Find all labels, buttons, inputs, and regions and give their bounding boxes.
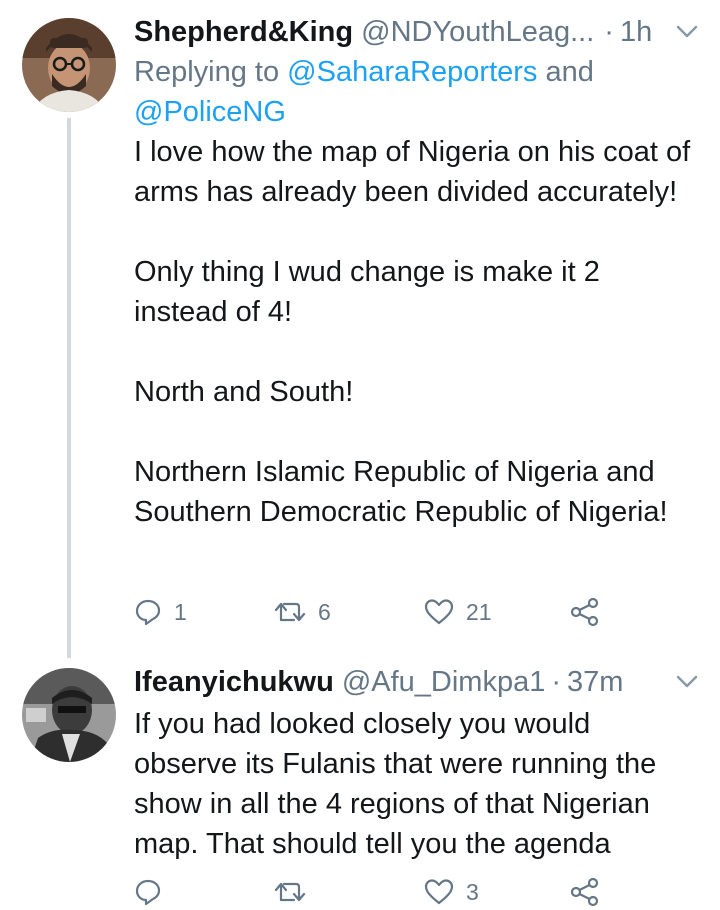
retweet-button[interactable] — [274, 880, 424, 904]
display-name[interactable]: Ifeanyichukwu — [134, 666, 334, 699]
retweet-icon — [274, 880, 306, 904]
timestamp[interactable]: 1h — [620, 16, 652, 49]
tweet-paragraph: Northern Islamic Republic of Nigeria and… — [134, 456, 668, 528]
reply-icon — [134, 598, 162, 626]
heart-icon — [424, 598, 454, 626]
tweet-content: Ifeanyichukwu @Afu_Dimkpa1 · 37m If you … — [134, 660, 700, 864]
replying-prefix: Replying to — [134, 56, 288, 88]
reply-button[interactable]: 1 — [134, 598, 274, 626]
tweet-header: Ifeanyichukwu @Afu_Dimkpa1 · 37m — [134, 660, 700, 704]
like-count: 21 — [466, 598, 492, 625]
mention-policeng[interactable]: @PoliceNG — [134, 96, 286, 128]
retweet-button[interactable]: 6 — [274, 599, 424, 626]
separator-dot: · — [604, 15, 614, 48]
reply-button[interactable] — [134, 878, 274, 906]
avatar[interactable] — [22, 668, 116, 762]
tweet-ifeanyichukwu[interactable]: Ifeanyichukwu @Afu_Dimkpa1 · 37m If you … — [0, 650, 720, 910]
retweet-count: 6 — [318, 598, 331, 625]
like-count: 3 — [466, 878, 479, 905]
tweet-paragraph: I love how the map of Nigeria on his coa… — [134, 136, 691, 208]
tweet-text: I love how the map of Nigeria on his coa… — [134, 132, 694, 532]
user-handle[interactable]: @NDYouthLeag... — [361, 16, 594, 49]
display-name[interactable]: Shepherd&King — [134, 16, 353, 49]
tweet-content: Shepherd&King @NDYouthLeag... · 1h Reply… — [134, 10, 700, 532]
share-icon — [569, 877, 601, 907]
replying-to: Replying to @SaharaReporters and @PoliceN… — [134, 52, 700, 132]
heart-icon — [424, 878, 454, 906]
like-button[interactable]: 21 — [424, 598, 569, 626]
tweet-actions: 1 6 21 — [134, 592, 614, 632]
reply-icon — [134, 878, 162, 906]
separator-dot: · — [551, 665, 562, 698]
like-button[interactable]: 3 — [424, 878, 569, 906]
replying-and: and — [537, 56, 594, 88]
tweet-actions: 3 — [134, 872, 614, 910]
tweet-paragraph: Only thing I wud change is make it 2 ins… — [134, 256, 600, 328]
tweet-text: If you had looked closely you would obse… — [134, 704, 700, 864]
chevron-down-icon[interactable] — [674, 19, 700, 45]
user-handle[interactable]: @Afu_Dimkpa1 — [342, 666, 546, 699]
avatar[interactable] — [22, 18, 116, 112]
retweet-icon — [274, 600, 306, 624]
tweet-text-line: map. That should tell you the agenda — [134, 828, 611, 860]
tweet-shepherd-king[interactable]: Shepherd&King @NDYouthLeag... · 1h Reply… — [0, 0, 720, 658]
tweet-header: Shepherd&King @NDYouthLeag... · 1h — [134, 10, 700, 54]
tweet-text-line: observe its Fulanis that were running th… — [134, 748, 657, 780]
thread-connector-line — [67, 118, 71, 658]
tweet-text-line: If you had looked closely you would — [134, 708, 591, 740]
tweet-text-line: show in all the 4 regions of that Nigeri… — [134, 788, 650, 820]
timestamp[interactable]: 37m — [567, 666, 623, 699]
share-button[interactable] — [569, 597, 614, 627]
reply-count: 1 — [174, 598, 187, 625]
mention-saharareporters[interactable]: @SaharaReporters — [287, 56, 537, 88]
chevron-down-icon[interactable] — [674, 669, 700, 695]
share-icon — [569, 597, 601, 627]
share-button[interactable] — [569, 877, 614, 907]
tweet-paragraph: North and South! — [134, 376, 354, 408]
tweet-thread: Shepherd&King @NDYouthLeag... · 1h Reply… — [0, 0, 720, 910]
